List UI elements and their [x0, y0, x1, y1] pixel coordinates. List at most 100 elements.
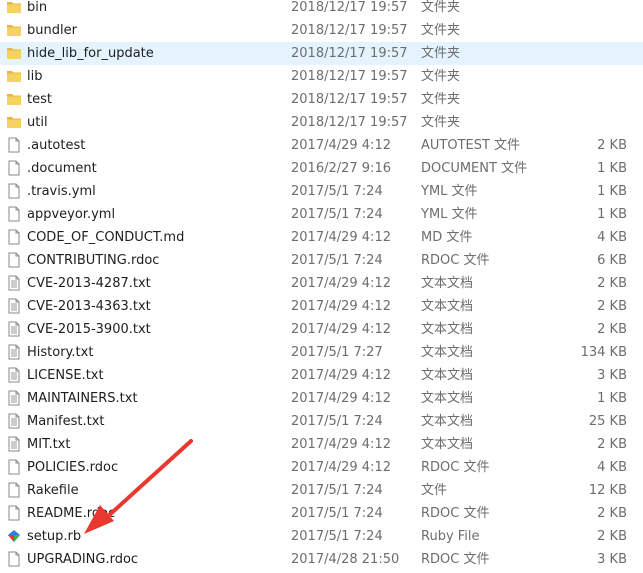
- file-date: 2017/4/28 21:50: [291, 552, 400, 567]
- file-row[interactable]: CONTRIBUTING.rdoc 2017/5/1 7:24 RDOC 文件 6 K…: [0, 249, 643, 272]
- file-row[interactable]: .travis.yml 2017/5/1 7:24 YML 文件 1 KB: [0, 180, 643, 203]
- file-row[interactable]: setup.rb 2017/5/1 7:24 Ruby File 2 KB: [0, 525, 643, 548]
- file-type: 文件夹: [421, 92, 461, 107]
- text-file-icon: [6, 387, 22, 410]
- file-row[interactable]: .document 2016/2/27 9:16 DOCUMENT 文件 1 KB: [0, 157, 643, 180]
- file-date: 2018/12/17 19:57: [291, 69, 408, 84]
- file-row[interactable]: CVE-2013-4287.txt 2017/4/29 4:12 文本文档 2 KB: [0, 272, 643, 295]
- file-row[interactable]: appveyor.yml 2017/5/1 7:24 YML 文件 1 KB: [0, 203, 643, 226]
- file-icon: [6, 479, 22, 502]
- folder-icon: [6, 88, 22, 111]
- file-row[interactable]: util 2018/12/17 19:57 文件夹: [0, 111, 643, 134]
- file-name: MAINTAINERS.txt: [27, 391, 138, 406]
- file-row[interactable]: CVE-2013-4363.txt 2017/4/29 4:12 文本文档 2 KB: [0, 295, 643, 318]
- file-row[interactable]: test 2018/12/17 19:57 文件夹: [0, 88, 643, 111]
- file-icon: [6, 157, 22, 180]
- ruby-file-icon: [6, 525, 22, 548]
- file-name: bin: [27, 0, 48, 15]
- file-type: YML 文件: [421, 207, 478, 222]
- file-date: 2018/12/17 19:57: [291, 115, 408, 130]
- file-size: 1 KB: [597, 184, 627, 199]
- file-size: 3 KB: [597, 368, 627, 383]
- file-name: .autotest: [27, 138, 86, 153]
- file-row[interactable]: CVE-2015-3900.txt 2017/4/29 4:12 文本文档 2 KB: [0, 318, 643, 341]
- file-row[interactable]: bin 2018/12/17 19:57 文件夹: [0, 0, 643, 19]
- file-row[interactable]: UPGRADING.rdoc 2017/4/28 21:50 RDOC 文件 3 KB: [0, 548, 643, 571]
- file-date: 2018/12/17 19:57: [291, 46, 408, 61]
- file-name: UPGRADING.rdoc: [27, 552, 139, 567]
- file-date: 2017/4/29 4:12: [291, 391, 391, 406]
- file-row[interactable]: MAINTAINERS.txt 2017/4/29 4:12 文本文档 1 KB: [0, 387, 643, 410]
- file-type: 文本文档: [421, 276, 474, 291]
- file-icon: [6, 134, 22, 157]
- file-icon: [6, 226, 22, 249]
- file-type: 文件夹: [421, 115, 461, 130]
- file-size: 2 KB: [597, 299, 627, 314]
- folder-icon: [6, 111, 22, 134]
- file-type: 文件: [421, 483, 448, 498]
- file-date: 2017/5/1 7:24: [291, 529, 383, 544]
- file-row[interactable]: History.txt 2017/5/1 7:27 文本文档 134 KB: [0, 341, 643, 364]
- file-type: 文件夹: [421, 69, 461, 84]
- file-type: 文件夹: [421, 0, 461, 15]
- folder-icon: [6, 0, 22, 19]
- file-date: 2017/4/29 4:12: [291, 322, 391, 337]
- file-icon: [6, 249, 22, 272]
- file-name: CODE_OF_CONDUCT.md: [27, 230, 185, 245]
- file-row[interactable]: bundler 2018/12/17 19:57 文件夹: [0, 19, 643, 42]
- file-name: CONTRIBUTING.rdoc: [27, 253, 160, 268]
- file-date: 2016/2/27 9:16: [291, 161, 391, 176]
- file-size: [549, 65, 627, 88]
- file-row[interactable]: Rakefile 2017/5/1 7:24 文件 12 KB: [0, 479, 643, 502]
- file-row[interactable]: lib 2018/12/17 19:57 文件夹: [0, 65, 643, 88]
- file-name: Manifest.txt: [27, 414, 105, 429]
- file-size: 1 KB: [597, 391, 627, 406]
- file-name: .document: [27, 161, 97, 176]
- file-row[interactable]: POLICIES.rdoc 2017/4/29 4:12 RDOC 文件 4 KB: [0, 456, 643, 479]
- file-size: 2 KB: [597, 506, 627, 521]
- file-row[interactable]: .autotest 2017/4/29 4:12 AUTOTEST 文件 2 KB: [0, 134, 643, 157]
- file-name: appveyor.yml: [27, 207, 116, 222]
- file-size: 2 KB: [597, 138, 627, 153]
- file-date: 2017/4/29 4:12: [291, 230, 391, 245]
- file-date: 2017/4/29 4:12: [291, 437, 391, 452]
- file-row[interactable]: MIT.txt 2017/4/29 4:12 文本文档 2 KB: [0, 433, 643, 456]
- file-row[interactable]: LICENSE.txt 2017/4/29 4:12 文本文档 3 KB: [0, 364, 643, 387]
- file-name: POLICIES.rdoc: [27, 460, 119, 475]
- file-row[interactable]: CODE_OF_CONDUCT.md 2017/4/29 4:12 MD 文件 4 K…: [0, 226, 643, 249]
- file-date: 2017/5/1 7:24: [291, 253, 383, 268]
- file-date: 2017/5/1 7:24: [291, 207, 383, 222]
- file-date: 2017/5/1 7:24: [291, 184, 383, 199]
- file-size: 4 KB: [597, 460, 627, 475]
- file-name: util: [27, 115, 48, 130]
- file-name: MIT.txt: [27, 437, 71, 452]
- file-type: YML 文件: [421, 184, 478, 199]
- file-size: 2 KB: [597, 529, 627, 544]
- file-icon: [6, 203, 22, 226]
- file-row[interactable]: hide_lib_for_update 2018/12/17 19:57 文件夹: [0, 42, 643, 65]
- file-name: bundler: [27, 23, 77, 38]
- text-file-icon: [6, 410, 22, 433]
- file-name: LICENSE.txt: [27, 368, 104, 383]
- text-file-icon: [6, 295, 22, 318]
- file-size: 2 KB: [597, 276, 627, 291]
- file-type: 文本文档: [421, 391, 474, 406]
- file-type: AUTOTEST 文件: [421, 138, 521, 153]
- file-name: README.rdoc: [27, 506, 116, 521]
- text-file-icon: [6, 341, 22, 364]
- file-type: 文本文档: [421, 414, 474, 429]
- file-row[interactable]: Manifest.txt 2017/5/1 7:24 文本文档 25 KB: [0, 410, 643, 433]
- text-file-icon: [6, 318, 22, 341]
- file-type: 文本文档: [421, 322, 474, 337]
- file-size: 134 KB: [580, 345, 627, 360]
- file-size: 4 KB: [597, 230, 627, 245]
- file-size: 2 KB: [597, 437, 627, 452]
- file-size: 12 KB: [588, 483, 627, 498]
- file-type: 文件夹: [421, 46, 461, 61]
- file-size: [549, 111, 627, 134]
- file-date: 2017/4/29 4:12: [291, 138, 391, 153]
- file-row[interactable]: README.rdoc 2017/5/1 7:24 RDOC 文件 2 KB: [0, 502, 643, 525]
- file-size: [549, 0, 627, 19]
- file-date: 2017/5/1 7:24: [291, 483, 383, 498]
- file-date: 2018/12/17 19:57: [291, 92, 408, 107]
